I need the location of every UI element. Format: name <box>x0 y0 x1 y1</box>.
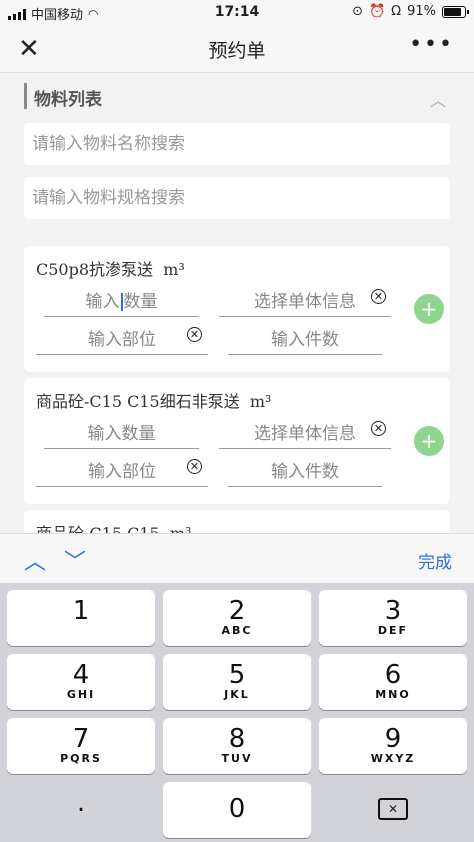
battery-percent: 91% <box>407 4 436 19</box>
alarm-icon: ⏰ <box>368 4 386 19</box>
key-7[interactable]: 7 PQRS <box>7 718 155 774</box>
unit-info-select[interactable]: 选择单体信息 <box>219 288 391 317</box>
content-area: 物料列表 ︿ 请输入物料名称搜索 请输入物料规格搜索 C50p8抗渗泵送 m³ … <box>0 73 474 533</box>
key-1[interactable]: 1 <box>7 590 155 646</box>
material-name: 商品砼-C15 C15 m³ <box>36 520 191 533</box>
material-spec-search-input[interactable]: 请输入物料规格搜索 <box>24 177 450 219</box>
key-6[interactable]: 6 MNO <box>319 654 467 710</box>
key-9[interactable]: 9 WXYZ <box>319 718 467 774</box>
status-bar: 中国移动 ◠ 17:14 ⊙ ⏰ Ω 91% <box>0 0 474 24</box>
backspace-icon: ✕ <box>378 798 408 820</box>
key-5[interactable]: 5 JKL <box>163 654 311 710</box>
numeric-keyboard: 1 2 ABC 3 DEF 4 GHI 5 JKL 6 MNO 7 PQRS 8 TUV 9W… <box>0 583 474 842</box>
quantity-input[interactable]: 输入数量 <box>44 420 199 449</box>
chevron-up-icon[interactable]: ︿ <box>24 544 46 576</box>
status-right: ⊙ ⏰ Ω 91% <box>352 4 469 19</box>
chevron-up-icon[interactable]: ︿ <box>430 87 446 111</box>
key-2[interactable]: 2 ABC <box>163 590 311 646</box>
clear-icon[interactable]: ✕ <box>187 327 202 342</box>
key-dot[interactable]: . <box>7 782 155 838</box>
add-icon[interactable]: + <box>414 426 444 456</box>
add-icon[interactable]: + <box>414 294 444 324</box>
clear-icon[interactable]: ✕ <box>187 459 202 474</box>
lock-rotation-icon: ⊙ <box>352 4 363 19</box>
more-icon[interactable]: ••• <box>409 32 454 57</box>
section-title: 物料列表 <box>34 90 102 110</box>
done-button[interactable]: 完成 <box>418 548 452 573</box>
battery-icon <box>442 5 469 18</box>
key-0[interactable]: 0 <box>163 782 311 838</box>
material-card: 商品砼-C15 C15细石非泵送 m³ 输入数量 选择单体信息 ✕ 输入部位 ✕… <box>24 378 450 504</box>
key-3[interactable]: 3 DEF <box>319 590 467 646</box>
clear-icon[interactable]: ✕ <box>371 421 386 436</box>
text-cursor <box>120 293 123 311</box>
quantity-input[interactable]: 输入数量 <box>44 288 199 317</box>
position-input[interactable]: 输入部位 <box>36 458 208 487</box>
headphones-icon: Ω <box>391 4 402 19</box>
material-name: 商品砼-C15 C15细石非泵送 m³ <box>36 392 272 411</box>
unit-info-select[interactable]: 选择单体信息 <box>219 420 391 449</box>
section-accent-bar <box>24 83 27 109</box>
count-input[interactable]: 输入件数 <box>228 326 382 355</box>
position-input[interactable]: 输入部位 <box>36 326 208 355</box>
page-title: 预约单 <box>208 40 266 62</box>
nav-bar: ✕ 预约单 ••• <box>0 24 474 73</box>
key-4[interactable]: 4 GHI <box>7 654 155 710</box>
material-card: C50p8抗渗泵送 m³ 输入 数量 选择单体信息 ✕ 输入部位 ✕ 输入件数 + <box>24 246 450 372</box>
chevron-down-icon[interactable]: ﹀ <box>64 544 86 576</box>
material-name: C50p8抗渗泵送 m³ <box>36 260 185 279</box>
section-header[interactable]: 物料列表 ︿ <box>24 83 450 111</box>
backspace-key[interactable]: ✕ <box>319 782 467 838</box>
keyboard-accessory-bar: ︿ ﹀ 完成 <box>0 533 474 584</box>
count-input[interactable]: 输入件数 <box>228 458 382 487</box>
key-8[interactable]: 8 TUV <box>163 718 311 774</box>
clear-icon[interactable]: ✕ <box>371 289 386 304</box>
material-card: 商品砼-C15 C15 m³ <box>24 510 450 533</box>
material-name-search-input[interactable]: 请输入物料名称搜索 <box>24 123 450 165</box>
